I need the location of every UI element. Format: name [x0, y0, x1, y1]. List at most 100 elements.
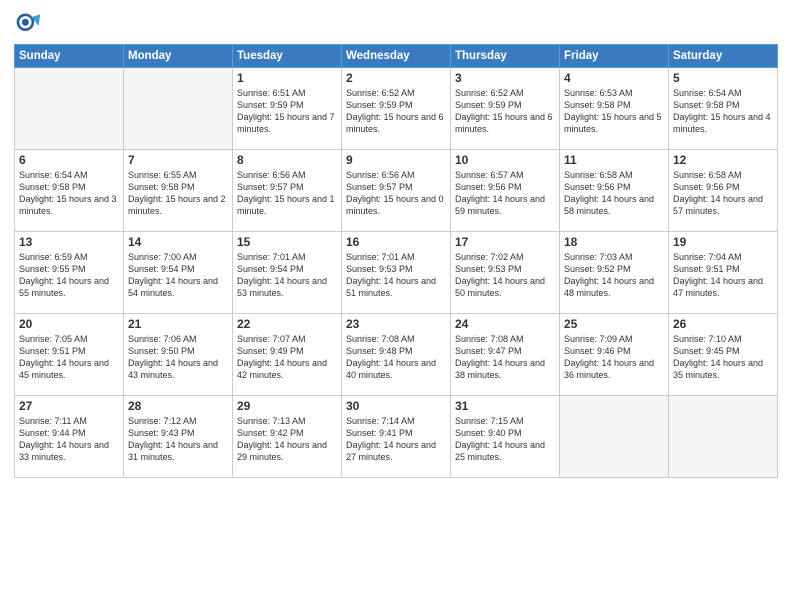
day-number: 22 [237, 317, 337, 331]
cell-text: Sunrise: 6:56 AMSunset: 9:57 PMDaylight:… [237, 169, 337, 218]
calendar-cell: 24 Sunrise: 7:08 AMSunset: 9:47 PMDayligh… [451, 314, 560, 396]
day-number: 12 [673, 153, 773, 167]
logo [14, 10, 46, 38]
calendar-cell [124, 68, 233, 150]
cell-text: Sunrise: 7:12 AMSunset: 9:43 PMDaylight:… [128, 415, 228, 464]
calendar-week-2: 6 Sunrise: 6:54 AMSunset: 9:58 PMDaylight… [15, 150, 778, 232]
day-number: 29 [237, 399, 337, 413]
calendar-cell: 7 Sunrise: 6:55 AMSunset: 9:58 PMDaylight… [124, 150, 233, 232]
calendar-cell: 8 Sunrise: 6:56 AMSunset: 9:57 PMDaylight… [233, 150, 342, 232]
weekday-header-thursday: Thursday [451, 45, 560, 68]
weekday-header-wednesday: Wednesday [342, 45, 451, 68]
cell-text: Sunrise: 6:52 AMSunset: 9:59 PMDaylight:… [346, 87, 446, 136]
day-number: 26 [673, 317, 773, 331]
day-number: 2 [346, 71, 446, 85]
day-number: 18 [564, 235, 664, 249]
day-number: 11 [564, 153, 664, 167]
cell-text: Sunrise: 7:06 AMSunset: 9:50 PMDaylight:… [128, 333, 228, 382]
calendar-cell: 4 Sunrise: 6:53 AMSunset: 9:58 PMDaylight… [560, 68, 669, 150]
day-number: 13 [19, 235, 119, 249]
calendar-cell: 16Sunrise: 7:01 AMSunset: 9:53 PMDayligh… [342, 232, 451, 314]
cell-text: Sunrise: 6:56 AMSunset: 9:57 PMDaylight:… [346, 169, 446, 218]
calendar-cell: 21 Sunrise: 7:06 AMSunset: 9:50 PMDayligh… [124, 314, 233, 396]
day-number: 17 [455, 235, 555, 249]
page-container: SundayMondayTuesdayWednesdayThursdayFrid… [0, 0, 792, 612]
weekday-header-saturday: Saturday [669, 45, 778, 68]
calendar-cell: 1 Sunrise: 6:51 AMSunset: 9:59 PMDaylight… [233, 68, 342, 150]
calendar-cell: 14 Sunrise: 7:00 AMSunset: 9:54 PMDayligh… [124, 232, 233, 314]
calendar-week-3: 13 Sunrise: 6:59 AMSunset: 9:55 PMDayligh… [15, 232, 778, 314]
day-number: 27 [19, 399, 119, 413]
calendar-cell [669, 396, 778, 478]
logo-icon [14, 10, 42, 38]
weekday-header-tuesday: Tuesday [233, 45, 342, 68]
day-number: 20 [19, 317, 119, 331]
cell-text: Sunrise: 6:51 AMSunset: 9:59 PMDaylight:… [237, 87, 337, 136]
day-number: 14 [128, 235, 228, 249]
calendar-cell [560, 396, 669, 478]
calendar-cell: 9Sunrise: 6:56 AMSunset: 9:57 PMDaylight… [342, 150, 451, 232]
day-number: 28 [128, 399, 228, 413]
day-number: 24 [455, 317, 555, 331]
calendar-cell: 26 Sunrise: 7:10 AMSunset: 9:45 PMDayligh… [669, 314, 778, 396]
calendar-cell: 12 Sunrise: 6:58 AMSunset: 9:56 PMDayligh… [669, 150, 778, 232]
cell-text: Sunrise: 6:58 AMSunset: 9:56 PMDaylight:… [564, 169, 664, 218]
calendar-cell: 29 Sunrise: 7:13 AMSunset: 9:42 PMDayligh… [233, 396, 342, 478]
cell-text: Sunrise: 7:05 AMSunset: 9:51 PMDaylight:… [19, 333, 119, 382]
cell-text: Sunrise: 6:58 AMSunset: 9:56 PMDaylight:… [673, 169, 773, 218]
cell-text: Sunrise: 6:55 AMSunset: 9:58 PMDaylight:… [128, 169, 228, 218]
weekday-header-friday: Friday [560, 45, 669, 68]
day-number: 6 [19, 153, 119, 167]
cell-text: Sunrise: 6:52 AMSunset: 9:59 PMDaylight:… [455, 87, 555, 136]
cell-text: Sunrise: 6:53 AMSunset: 9:58 PMDaylight:… [564, 87, 664, 136]
calendar-cell: 20 Sunrise: 7:05 AMSunset: 9:51 PMDayligh… [15, 314, 124, 396]
weekday-header-sunday: Sunday [15, 45, 124, 68]
cell-text: Sunrise: 7:04 AMSunset: 9:51 PMDaylight:… [673, 251, 773, 300]
header [14, 10, 778, 38]
calendar-cell: 10 Sunrise: 6:57 AMSunset: 9:56 PMDayligh… [451, 150, 560, 232]
calendar-cell: 28 Sunrise: 7:12 AMSunset: 9:43 PMDayligh… [124, 396, 233, 478]
calendar-cell: 11 Sunrise: 6:58 AMSunset: 9:56 PMDayligh… [560, 150, 669, 232]
cell-text: Sunrise: 7:10 AMSunset: 9:45 PMDaylight:… [673, 333, 773, 382]
cell-text: Sunrise: 7:08 AMSunset: 9:47 PMDaylight:… [455, 333, 555, 382]
cell-text: Sunrise: 6:59 AMSunset: 9:55 PMDaylight:… [19, 251, 119, 300]
calendar-cell: 30Sunrise: 7:14 AMSunset: 9:41 PMDayligh… [342, 396, 451, 478]
calendar-cell: 19 Sunrise: 7:04 AMSunset: 9:51 PMDayligh… [669, 232, 778, 314]
day-number: 19 [673, 235, 773, 249]
day-number: 25 [564, 317, 664, 331]
cell-text: Sunrise: 7:15 AMSunset: 9:40 PMDaylight:… [455, 415, 555, 464]
cell-text: Sunrise: 7:13 AMSunset: 9:42 PMDaylight:… [237, 415, 337, 464]
cell-text: Sunrise: 7:01 AMSunset: 9:54 PMDaylight:… [237, 251, 337, 300]
calendar-cell [15, 68, 124, 150]
day-number: 7 [128, 153, 228, 167]
cell-text: Sunrise: 7:08 AMSunset: 9:48 PMDaylight:… [346, 333, 446, 382]
weekday-header-monday: Monday [124, 45, 233, 68]
day-number: 4 [564, 71, 664, 85]
calendar-cell: 18 Sunrise: 7:03 AMSunset: 9:52 PMDayligh… [560, 232, 669, 314]
calendar-cell: 15 Sunrise: 7:01 AMSunset: 9:54 PMDayligh… [233, 232, 342, 314]
calendar-cell: 31 Sunrise: 7:15 AMSunset: 9:40 PMDayligh… [451, 396, 560, 478]
calendar-cell: 27Sunrise: 7:11 AMSunset: 9:44 PMDayligh… [15, 396, 124, 478]
day-number: 1 [237, 71, 337, 85]
day-number: 8 [237, 153, 337, 167]
weekday-header-row: SundayMondayTuesdayWednesdayThursdayFrid… [15, 45, 778, 68]
cell-text: Sunrise: 7:14 AMSunset: 9:41 PMDaylight:… [346, 415, 446, 464]
cell-text: Sunrise: 7:03 AMSunset: 9:52 PMDaylight:… [564, 251, 664, 300]
day-number: 10 [455, 153, 555, 167]
cell-text: Sunrise: 6:54 AMSunset: 9:58 PMDaylight:… [19, 169, 119, 218]
day-number: 21 [128, 317, 228, 331]
day-number: 23 [346, 317, 446, 331]
calendar-cell: 17 Sunrise: 7:02 AMSunset: 9:53 PMDayligh… [451, 232, 560, 314]
calendar-cell: 2 Sunrise: 6:52 AMSunset: 9:59 PMDaylight… [342, 68, 451, 150]
calendar-cell: 3Sunrise: 6:52 AMSunset: 9:59 PMDaylight… [451, 68, 560, 150]
day-number: 31 [455, 399, 555, 413]
calendar-week-5: 27Sunrise: 7:11 AMSunset: 9:44 PMDayligh… [15, 396, 778, 478]
calendar-cell: 25Sunrise: 7:09 AMSunset: 9:46 PMDayligh… [560, 314, 669, 396]
cell-text: Sunrise: 7:00 AMSunset: 9:54 PMDaylight:… [128, 251, 228, 300]
calendar: SundayMondayTuesdayWednesdayThursdayFrid… [14, 44, 778, 478]
cell-text: Sunrise: 7:07 AMSunset: 9:49 PMDaylight:… [237, 333, 337, 382]
calendar-cell: 13 Sunrise: 6:59 AMSunset: 9:55 PMDayligh… [15, 232, 124, 314]
cell-text: Sunrise: 6:57 AMSunset: 9:56 PMDaylight:… [455, 169, 555, 218]
cell-text: Sunrise: 7:02 AMSunset: 9:53 PMDaylight:… [455, 251, 555, 300]
day-number: 15 [237, 235, 337, 249]
